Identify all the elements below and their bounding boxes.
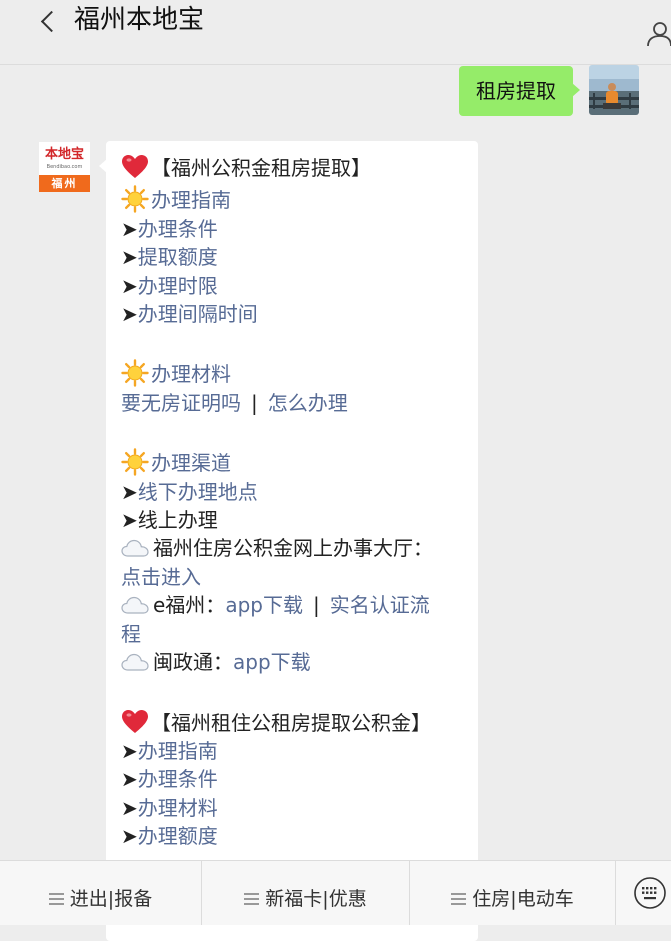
arrow-icon: ➤ (121, 302, 138, 327)
arrow-icon: ➤ (121, 479, 138, 504)
section-title-2: 【福州租住公租房提取公积金】 (121, 708, 466, 737)
guide-link[interactable]: 办理时限 (138, 274, 218, 298)
section-title-2-text: 【福州租住公租房提取公积金】 (151, 710, 431, 735)
section2-link[interactable]: 办理条件 (138, 767, 218, 791)
brand-logo: 本地宝 Bendibao.com (39, 142, 90, 175)
mzt-download-link[interactable]: app下载 (233, 650, 311, 674)
menu-item-label: 住房|电动车 (472, 888, 574, 910)
section-title: 【福州公积金租房提取】 (121, 153, 466, 182)
section2-link[interactable]: 办理材料 (138, 796, 218, 820)
brand-city: 福州 (39, 175, 90, 192)
menu-icon (451, 893, 467, 905)
outgoing-message[interactable]: 租房提取 (459, 66, 580, 116)
sun-icon (121, 448, 149, 476)
no-house-proof-link[interactable]: 要无房证明吗 (121, 391, 241, 415)
list-item[interactable]: ➤办理时限 (121, 272, 466, 300)
hall-row: 福州住房公积金网上办事大厅： (121, 534, 466, 562)
list-item[interactable]: ➤办理间隔时间 (121, 300, 466, 328)
outgoing-message-text: 租房提取 (476, 79, 556, 103)
channels-heading[interactable]: 办理渠道 (121, 448, 466, 477)
guide-heading[interactable]: 办理指南 (121, 185, 466, 214)
section-title-text: 【福州公积金租房提取】 (151, 156, 371, 180)
back-button[interactable] (38, 8, 62, 36)
hall-label: 福州住房公积金网上办事大厅： (153, 536, 433, 561)
bottom-menu-bar: 进出|报备 新福卡|优惠 住房|电动车 (0, 860, 671, 925)
menu-item-checkin[interactable]: 进出|报备 (0, 861, 201, 925)
guide-link[interactable]: 办理间隔时间 (138, 302, 258, 326)
separator: | (312, 593, 320, 618)
brand-url: Bendibao.com (46, 164, 83, 170)
arrow-icon: ➤ (121, 508, 138, 533)
channels-heading-link[interactable]: 办理渠道 (151, 451, 231, 475)
list-item[interactable]: ➤提取额度 (121, 243, 466, 271)
separator: | (251, 390, 258, 415)
chat-header: 福州本地宝 (0, 0, 671, 65)
section2-link[interactable]: 办理指南 (138, 739, 218, 763)
brand-name: 本地宝 (44, 147, 84, 162)
arrow-icon: ➤ (121, 216, 138, 241)
list-item: ➤线上办理 (121, 506, 466, 534)
user-avatar[interactable] (589, 65, 639, 115)
guide-link[interactable]: 提取额度 (138, 245, 218, 269)
profile-button[interactable] (646, 10, 671, 47)
efz-verify-link-cont[interactable]: 程 (121, 622, 141, 646)
list-item[interactable]: ➤办理额度 (121, 822, 466, 850)
guide-link[interactable]: 办理条件 (138, 217, 218, 241)
arrow-icon: ➤ (121, 767, 138, 792)
arrow-icon: ➤ (121, 245, 138, 270)
menu-item-label: 新福卡|优惠 (265, 888, 367, 910)
heart-icon (121, 708, 149, 736)
keyboard-icon (634, 877, 666, 909)
arrow-icon: ➤ (121, 738, 138, 763)
menu-item-label: 进出|报备 (69, 888, 153, 910)
how-to-apply-link[interactable]: 怎么办理 (268, 391, 348, 415)
cloud-icon (121, 652, 149, 672)
menu-item-housing[interactable]: 住房|电动车 (410, 861, 615, 925)
mzt-label: 闽政通： (153, 650, 233, 675)
chat-title: 福州本地宝 (74, 5, 205, 35)
offline-location-link[interactable]: 线下办理地点 (138, 480, 258, 504)
menu-icon (244, 893, 260, 905)
efz-verify-cont: 程 (121, 620, 466, 648)
heart-icon (121, 153, 149, 181)
menu-icon (48, 893, 64, 905)
arrow-icon: ➤ (121, 795, 138, 820)
materials-links: 要无房证明吗 | 怎么办理 (121, 389, 466, 417)
efz-verify-link[interactable]: 实名认证流 (330, 593, 430, 617)
materials-heading[interactable]: 办理材料 (121, 359, 466, 388)
list-item[interactable]: ➤线下办理地点 (121, 478, 466, 506)
efz-row: e福州：app下载 | 实名认证流 (121, 591, 466, 619)
mzt-row: 闽政通：app下载 (121, 648, 466, 676)
guide-heading-link[interactable]: 办理指南 (151, 188, 231, 212)
incoming-message: 【福州公积金租房提取】 办理指南 ➤办理条件 ➤提取额度 ➤办理时限 ➤办理间隔… (99, 141, 478, 941)
sun-icon (121, 359, 149, 387)
keyboard-toggle-button[interactable] (630, 873, 670, 913)
efz-label: e福州： (153, 593, 226, 618)
arrow-icon: ➤ (121, 273, 138, 298)
online-label: 线上办理 (137, 508, 218, 533)
user-avatar-image (589, 65, 639, 115)
list-item[interactable]: ➤办理指南 (121, 737, 466, 765)
cloud-icon (121, 538, 149, 558)
hall-link-row: 点击进入 (121, 563, 466, 591)
sun-icon (121, 185, 149, 213)
arrow-icon: ➤ (121, 824, 138, 849)
materials-heading-link[interactable]: 办理材料 (151, 362, 231, 386)
hall-enter-link[interactable]: 点击进入 (121, 565, 201, 589)
list-item[interactable]: ➤办理材料 (121, 794, 466, 822)
section2-link[interactable]: 办理额度 (138, 824, 218, 848)
list-item[interactable]: ➤办理条件 (121, 765, 466, 793)
divider (615, 861, 616, 925)
person-icon (647, 22, 671, 47)
cloud-icon (121, 595, 149, 615)
efz-download-link[interactable]: app下载 (225, 593, 303, 617)
official-account-avatar[interactable]: 本地宝 Bendibao.com 福州 (39, 142, 90, 192)
menu-item-card[interactable]: 新福卡|优惠 (202, 861, 409, 925)
list-item[interactable]: ➤办理条件 (121, 215, 466, 243)
